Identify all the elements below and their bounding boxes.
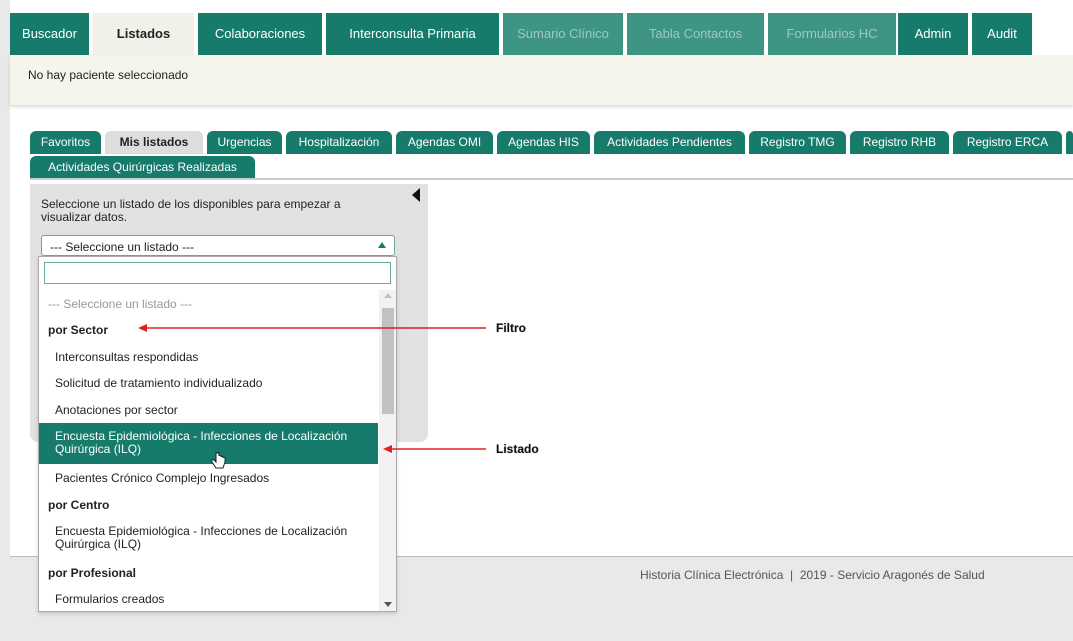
- arrow-listado-head: [383, 445, 392, 453]
- annotation-filtro: Filtro: [496, 321, 526, 335]
- annotation-layer: [138, 324, 486, 453]
- annotation-listado: Listado: [496, 442, 539, 456]
- arrow-filtro-head: [138, 324, 147, 332]
